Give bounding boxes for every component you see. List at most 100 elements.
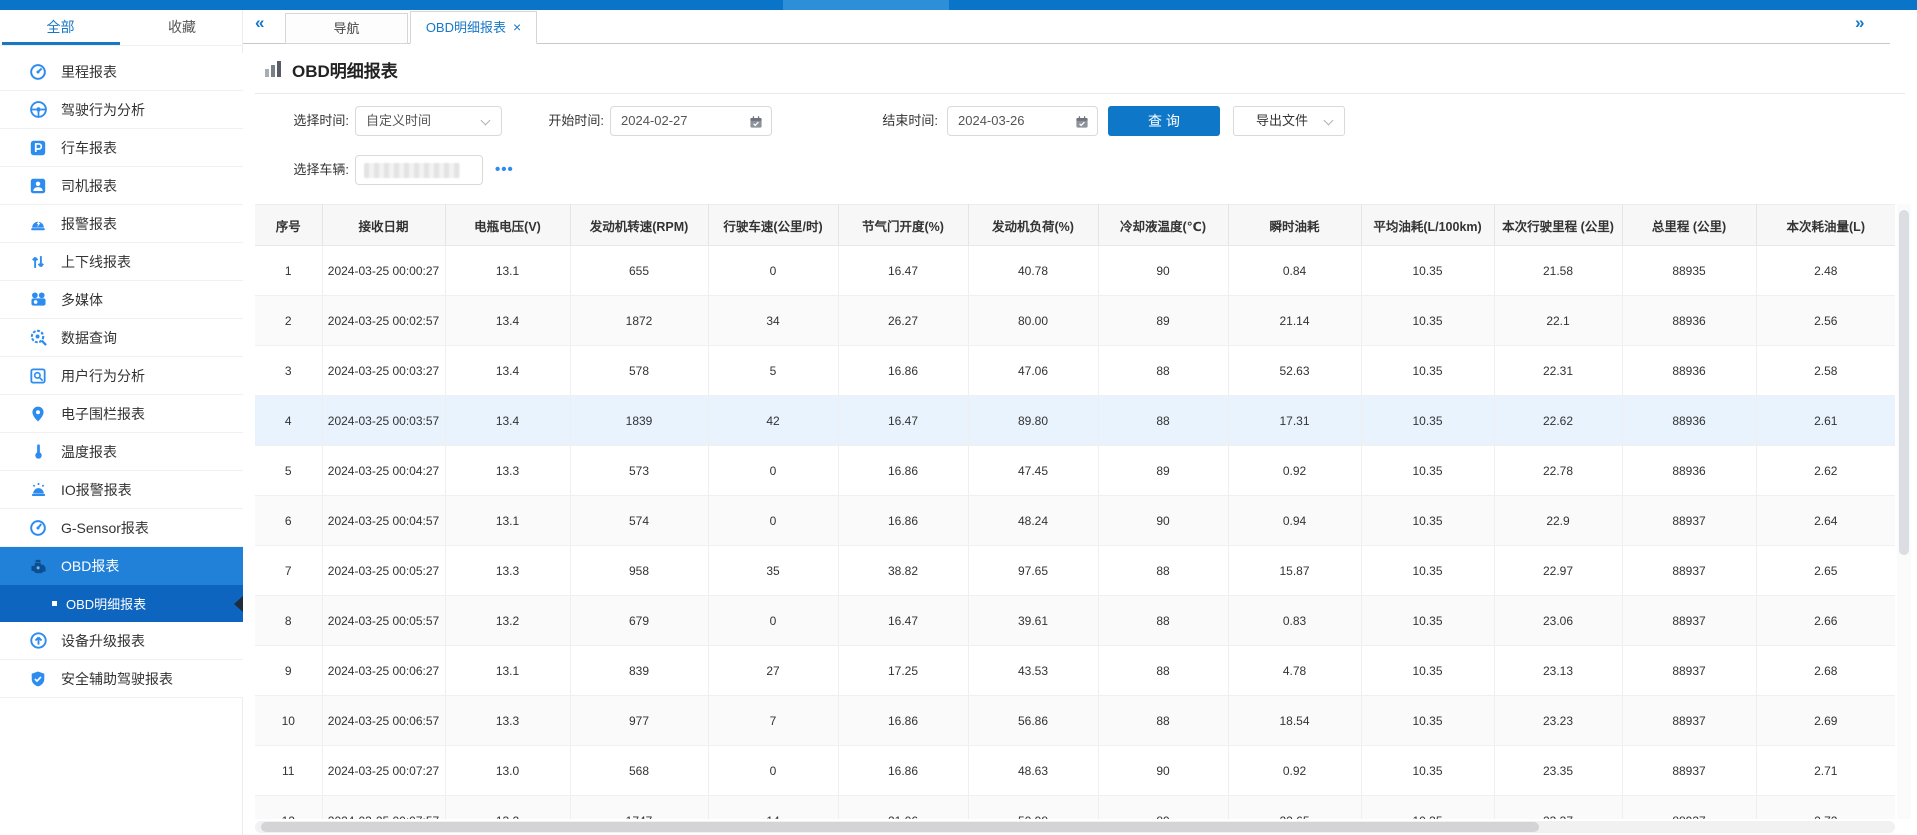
table-cell: 12 [255,796,322,820]
table-cell: 2.65 [1756,546,1895,596]
table-row[interactable]: 12024-03-25 00:00:2713.1655016.4740.7890… [255,246,1895,296]
table-cell: 56.86 [968,696,1098,746]
main-area: « » 导航 OBD明细报表 × OBD明细报表 选择时间: 自定义时间 开始时间:… [243,10,1917,835]
sidebar-tab-favorites[interactable]: 收藏 [121,10,243,46]
table-cell: 35 [708,546,838,596]
horizontal-scrollbar-thumb[interactable] [261,822,1539,832]
sidebar-item-user-analysis[interactable]: 用户行为分析 [0,357,243,395]
document-tab-label: OBD明细报表 [426,20,506,35]
page-content: OBD明细报表 选择时间: 自定义时间 开始时间: 2024-02-27 结束时… [243,44,1917,835]
table-cell: 14 [708,796,838,820]
table-row[interactable]: 32024-03-25 00:03:2713.4578516.8647.0688… [255,346,1895,396]
sidebar-tab-all[interactable]: 全部 [0,10,121,46]
document-tab-obd-detail[interactable]: OBD明细报表 × [410,11,537,44]
sidebar-item-data-search[interactable]: 数据查询 [0,319,243,357]
more-vehicles-button[interactable]: ••• [495,155,514,185]
table-cell: 10.35 [1361,496,1494,546]
table-cell: 89.80 [968,396,1098,446]
table-row[interactable]: 52024-03-25 00:04:2713.3573016.8647.4589… [255,446,1895,496]
sidebar-item-alarm-light[interactable]: 报警报表 [0,205,243,243]
table-cell: 3 [255,346,322,396]
vehicle-input[interactable] [355,155,483,185]
up-down-arrows-icon [28,252,48,272]
sidebar-item-gsensor-gauge[interactable]: G-Sensor报表 [0,509,243,547]
table-cell: 88 [1098,346,1228,396]
column-header: 本次耗油量(L) [1756,205,1895,246]
table-row[interactable]: 42024-03-25 00:03:5713.418394216.4789.80… [255,396,1895,446]
table-cell: 13.4 [445,296,570,346]
expand-tabs-icon[interactable]: » [1855,13,1864,33]
document-tabstrip: « » 导航 OBD明细报表 × [243,10,1917,44]
column-header: 发动机转速(RPM) [570,205,708,246]
time-range-select[interactable]: 自定义时间 [355,106,502,136]
sidebar-item-map-pin[interactable]: 电子围栏报表 [0,395,243,433]
table-cell: 23.37 [1494,796,1622,820]
table-cell: 10.35 [1361,646,1494,696]
table-cell: 679 [570,596,708,646]
sidebar-item-label: 司机报表 [61,176,117,196]
table-cell: 47.45 [968,446,1098,496]
sidebar-item-video-camera[interactable]: 多媒体 [0,281,243,319]
sidebar-item-label: 报警报表 [61,214,117,234]
collapse-tabs-icon[interactable]: « [255,13,264,33]
sidebar-item-thermometer[interactable]: 温度报表 [0,433,243,471]
table-cell: 2024-03-25 00:03:27 [322,346,445,396]
sidebar-item-engine[interactable]: OBD报表 [0,547,243,585]
table-row[interactable]: 72024-03-25 00:05:2713.39583538.8297.658… [255,546,1895,596]
table-cell: 13.1 [445,496,570,546]
sidebar-item-driver[interactable]: 司机报表 [0,167,243,205]
document-tab-navigation[interactable]: 导航 [285,13,408,44]
table-cell: 10.35 [1361,446,1494,496]
table-row[interactable]: 122024-03-25 00:07:5713.217471421.0650.9… [255,796,1895,820]
document-tab-label: 导航 [333,21,359,36]
table-cell: 4.78 [1228,646,1361,696]
table-cell: 80.00 [968,296,1098,346]
sidebar-item-shield-check[interactable]: 安全辅助驾驶报表 [0,660,243,698]
table-row[interactable]: 92024-03-25 00:06:2713.18392717.2543.538… [255,646,1895,696]
table-row[interactable]: 62024-03-25 00:04:5713.1574016.8648.2490… [255,496,1895,546]
table-row[interactable]: 82024-03-25 00:05:5713.2679016.4739.6188… [255,596,1895,646]
column-header: 电瓶电压(V) [445,205,570,246]
vertical-scrollbar-thumb[interactable] [1899,210,1909,555]
sidebar-item-label: IO报警报表 [61,480,132,500]
submenu-bullet-icon [52,601,57,606]
table-row[interactable]: 22024-03-25 00:02:5713.418723426.2780.00… [255,296,1895,346]
sidebar-item-steering-wheel[interactable]: 驾驶行为分析 [0,91,243,129]
sidebar-subitem-obd-detail[interactable]: OBD明细报表 [0,585,243,622]
sidebar-item-device-upgrade[interactable]: 设备升级报表 [0,622,243,660]
table-cell: 16.86 [838,446,968,496]
table-cell: 13.2 [445,596,570,646]
table-cell: 16.47 [838,596,968,646]
user-analysis-icon [28,366,48,386]
table-cell: 22.65 [1228,796,1361,820]
table-cell: 13.1 [445,246,570,296]
start-date-input[interactable]: 2024-02-27 [610,106,772,136]
table-row[interactable]: 112024-03-25 00:07:2713.0568016.8648.639… [255,746,1895,796]
table-cell: 10.35 [1361,346,1494,396]
shield-check-icon [28,669,48,689]
sidebar-item-siren[interactable]: IO报警报表 [0,471,243,509]
table-row[interactable]: 102024-03-25 00:06:5713.3977716.8656.868… [255,696,1895,746]
sidebar-tabs: 全部 收藏 [0,10,242,46]
table-cell: 17.25 [838,646,968,696]
table-cell: 88937 [1622,596,1756,646]
table-cell: 42 [708,396,838,446]
sidebar-item-label: 用户行为分析 [61,366,145,386]
panel-edge-arrow-icon[interactable] [234,596,243,612]
vehicle-select-label: 选择车辆: [271,155,349,185]
gsensor-gauge-icon [28,518,48,538]
table-cell: 7 [708,696,838,746]
sidebar-item-up-down-arrows[interactable]: 上下线报表 [0,243,243,281]
table-cell: 50.98 [968,796,1098,820]
column-header: 行驶车速(公里/时) [708,205,838,246]
table-cell: 568 [570,746,708,796]
export-file-button[interactable]: 导出文件 [1233,106,1345,136]
sidebar-item-mileage-gauge[interactable]: 里程报表 [0,53,243,91]
table-cell: 10.35 [1361,746,1494,796]
query-button[interactable]: 查 询 [1108,106,1220,136]
end-date-input[interactable]: 2024-03-26 [947,106,1098,136]
sidebar-item-parking[interactable]: 行车报表 [0,129,243,167]
table-cell: 2.68 [1756,646,1895,696]
close-tab-icon[interactable]: × [513,19,521,35]
table-cell: 13.0 [445,746,570,796]
